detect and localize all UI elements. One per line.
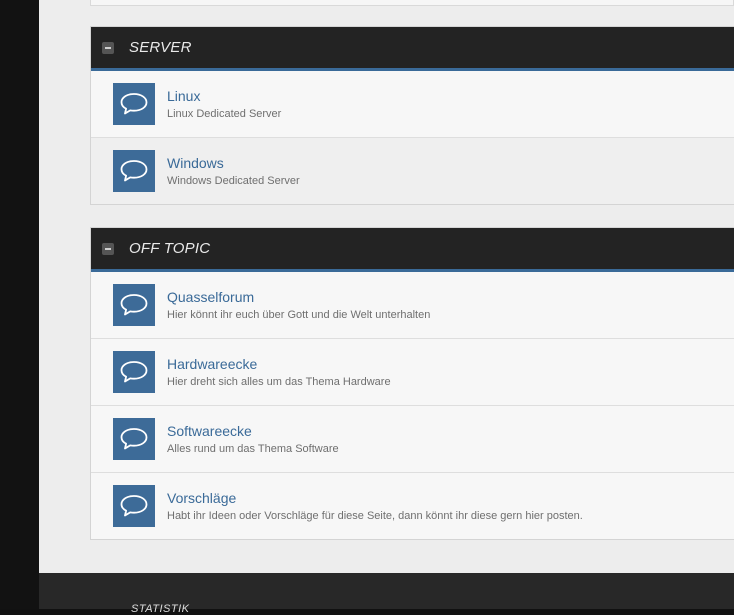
forum-row-linux: Linux Linux Dedicated Server [91, 71, 734, 137]
forum-row-softwareecke: Softwareecke Alles rund um das Thema Sof… [91, 405, 734, 472]
forum-title-link[interactable]: Softwareecke [167, 423, 339, 439]
forum-description: Alles rund um das Thema Software [167, 442, 339, 455]
forum-title-link[interactable]: Linux [167, 88, 281, 104]
speech-bubble-icon[interactable] [113, 418, 155, 460]
category-title: OFF TOPIC [129, 240, 211, 257]
category-title: SERVER [129, 39, 192, 56]
previous-category-bottom [90, 0, 734, 6]
forum-row-quasselforum: Quasselforum Hier könnt ihr euch über Go… [91, 272, 734, 338]
forum-description: Linux Dedicated Server [167, 107, 282, 120]
category-off-topic: OFF TOPIC Quasselforum Hier könnt ihr eu… [90, 227, 734, 540]
category-header: OFF TOPIC [91, 228, 734, 272]
forum-text: Linux Linux Dedicated Server [167, 88, 281, 121]
forum-description: Hier dreht sich alles um das Thema Hardw… [167, 375, 391, 388]
category-server: SERVER Linux Linux Dedicated Server Wind… [90, 26, 734, 205]
forum-text: Softwareecke Alles rund um das Thema Sof… [167, 423, 339, 456]
speech-bubble-icon[interactable] [113, 150, 155, 192]
forum-description: Habt ihr Ideen oder Vorschläge für diese… [167, 509, 583, 522]
forum-row-vorschlaege: Vorschläge Habt ihr Ideen oder Vorschläg… [91, 472, 734, 539]
forum-description: Hier könnt ihr euch über Gott und die We… [167, 308, 431, 321]
footer-section-title: STATISTIK [131, 603, 190, 615]
collapse-icon[interactable] [102, 41, 114, 54]
forum-text: Vorschläge Habt ihr Ideen oder Vorschläg… [167, 490, 583, 523]
speech-bubble-icon[interactable] [113, 284, 155, 326]
forum-title-link[interactable]: Hardwareecke [167, 356, 391, 372]
forum-text: Windows Windows Dedicated Server [167, 155, 300, 188]
forum-content: SERVER Linux Linux Dedicated Server Wind… [39, 0, 734, 573]
forum-title-link[interactable]: Windows [167, 155, 300, 171]
forum-row-windows: Windows Windows Dedicated Server [91, 137, 734, 204]
speech-bubble-icon[interactable] [113, 83, 155, 125]
category-header: SERVER [91, 27, 734, 71]
speech-bubble-icon[interactable] [113, 351, 155, 393]
forum-text: Quasselforum Hier könnt ihr euch über Go… [167, 289, 430, 322]
page-gutter [0, 0, 39, 609]
collapse-icon[interactable] [102, 242, 114, 255]
forum-description: Windows Dedicated Server [167, 174, 300, 187]
footer: STATISTIK [39, 573, 734, 615]
forum-title-link[interactable]: Vorschläge [167, 490, 583, 506]
forum-row-hardwareecke: Hardwareecke Hier dreht sich alles um da… [91, 338, 734, 405]
forum-text: Hardwareecke Hier dreht sich alles um da… [167, 356, 391, 389]
speech-bubble-icon[interactable] [113, 485, 155, 527]
forum-title-link[interactable]: Quasselforum [167, 289, 430, 305]
